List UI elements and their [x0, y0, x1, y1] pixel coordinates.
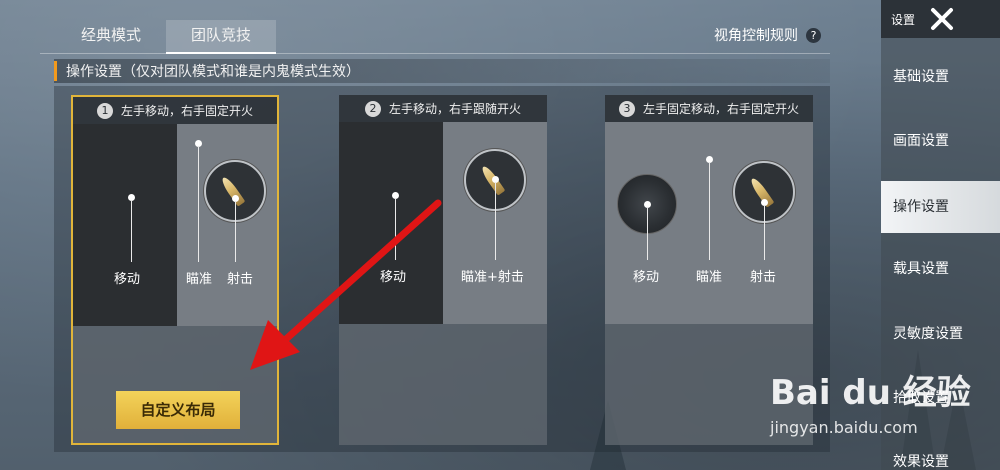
watermark-url: jingyan.baidu.com [770, 418, 918, 437]
bullet-icon [219, 175, 246, 207]
tab-team-battle[interactable]: 团队竞技 [166, 20, 276, 54]
sidebar-item-graphics[interactable]: 画面设置 [881, 115, 1000, 167]
move-zone: 移动 [73, 124, 177, 326]
view-control-rules-label: 视角控制规则 [714, 28, 798, 44]
sidebar-header: 设置 [881, 0, 1000, 38]
view-control-rules-link[interactable]: 视角控制规则 ? [714, 25, 821, 45]
card-number: 3 [618, 100, 635, 117]
move-label: 移动 [114, 272, 141, 287]
sidebar-item-basic[interactable]: 基础设置 [881, 51, 1000, 103]
move-line [395, 198, 396, 260]
aim-shoot-label: 瞄准+射击 [461, 270, 524, 285]
move-line [131, 200, 132, 262]
move-label: 移动 [633, 270, 660, 285]
tabs-divider [40, 53, 830, 54]
card-header: 2 左手移动，右手跟随开火 [339, 95, 547, 122]
card-header: 3 左手固定移动，右手固定开火 [605, 95, 813, 122]
section-accent-bar [54, 61, 57, 81]
sidebar-item-sensitivity[interactable]: 灵敏度设置 [881, 308, 1000, 360]
tab-classic-mode[interactable]: 经典模式 [56, 20, 166, 54]
aim-label: 瞄准 [186, 272, 213, 287]
layout-card-2[interactable]: 2 左手移动，右手跟随开火 移动 瞄准+射击 [339, 95, 547, 445]
card-header: 1 左手移动，右手固定开火 [73, 97, 277, 124]
aim-line [198, 146, 199, 262]
shoot-label: 射击 [227, 272, 254, 287]
shoot-line [764, 205, 765, 260]
section-title: 操作设置（仅对团队模式和谁是内鬼模式生效） [66, 64, 360, 80]
card-number: 1 [96, 102, 113, 119]
move-zone: 移动 [339, 122, 443, 324]
sidebar-item-vehicle[interactable]: 载具设置 [881, 243, 1000, 295]
help-icon[interactable]: ? [806, 27, 821, 43]
custom-layout-button[interactable]: 自定义布局 [116, 391, 240, 429]
card-number: 2 [364, 100, 381, 117]
aim-shoot-line [495, 182, 496, 260]
layout-preview: 移动 瞄准 射击 [605, 122, 813, 324]
aim-label: 瞄准 [696, 270, 723, 285]
move-label: 移动 [380, 270, 407, 285]
shoot-line [235, 201, 236, 262]
section-header: 操作设置（仅对团队模式和谁是内鬼模式生效） [54, 59, 830, 83]
sidebar-title: 设置 [891, 12, 916, 27]
layout-preview: 移动 瞄准 射击 [73, 124, 277, 326]
shoot-label: 射击 [750, 270, 777, 285]
layout-preview: 移动 瞄准+射击 [339, 122, 547, 324]
move-line [647, 207, 648, 260]
sidebar-item-controls[interactable]: 操作设置 [881, 181, 1000, 233]
card-title: 左手移动，右手固定开火 [120, 104, 253, 118]
close-icon[interactable] [927, 4, 957, 34]
card-title: 左手移动，右手跟随开火 [388, 102, 521, 116]
watermark-logo: Bai du 经验 [770, 373, 971, 413]
baidu-watermark: Bai du 经验 jingyan.baidu.com [770, 365, 980, 455]
aim-line [709, 162, 710, 260]
card-title: 左手固定移动，右手固定开火 [642, 102, 799, 116]
mode-tabs: 经典模式 团队竞技 [56, 20, 276, 54]
